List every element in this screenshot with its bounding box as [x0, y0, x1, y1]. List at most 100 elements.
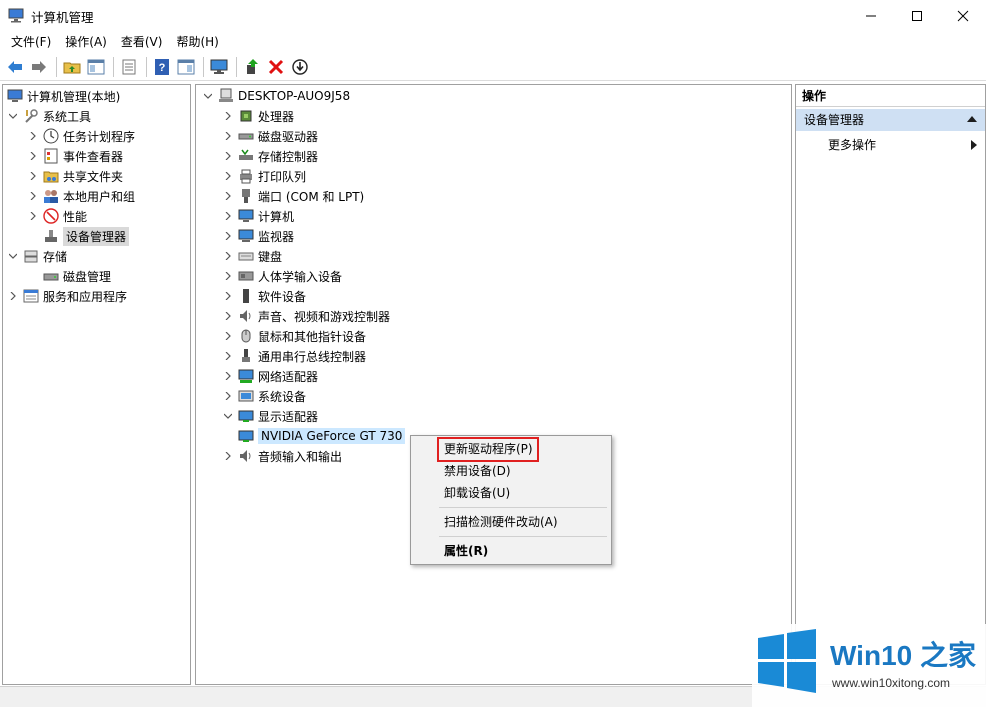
chevron-right-icon[interactable]: [222, 250, 234, 262]
tree-item-task-scheduler[interactable]: 任务计划程序: [27, 126, 135, 146]
device-category-row[interactable]: 处理器: [222, 106, 294, 126]
chevron-down-icon[interactable]: [7, 110, 19, 122]
tree-label: NVIDIA GeForce GT 730: [258, 428, 406, 444]
device-category-audio-io[interactable]: 音频输入和输出: [222, 446, 342, 466]
menu-help[interactable]: 帮助(H): [169, 31, 225, 53]
ctx-separator: [439, 536, 607, 537]
chevron-right-icon[interactable]: [222, 330, 234, 342]
tree-item-disk-management[interactable]: 磁盘管理: [43, 266, 111, 286]
tree-item-shared-folders[interactable]: 共享文件夹: [27, 166, 123, 186]
forward-button[interactable]: [28, 56, 50, 78]
show-hide-tree-button[interactable]: [85, 56, 107, 78]
tree-label: 通用串行总线控制器: [258, 349, 367, 364]
chevron-right-icon[interactable]: [222, 450, 234, 462]
chevron-right-icon[interactable]: [222, 170, 234, 182]
close-button[interactable]: [940, 0, 986, 31]
menu-view[interactable]: 查看(V): [114, 31, 170, 53]
chevron-right-icon[interactable]: [7, 290, 19, 302]
maximize-button[interactable]: [894, 0, 940, 31]
print-queue-icon: [238, 168, 254, 184]
console-tree-icon: [87, 59, 105, 74]
menu-action[interactable]: 操作(A): [58, 31, 114, 53]
device-category-row[interactable]: 键盘: [222, 246, 282, 266]
tree-item-computer-management[interactable]: 计算机管理(本地): [7, 86, 120, 106]
device-nvidia-gt730[interactable]: NVIDIA GeForce GT 730: [238, 426, 406, 446]
chevron-right-icon[interactable]: [222, 110, 234, 122]
tree-item-event-viewer[interactable]: 事件查看器: [27, 146, 123, 166]
tree-label: 鼠标和其他指针设备: [258, 329, 367, 344]
export-list-button[interactable]: [118, 56, 140, 78]
chevron-right-icon[interactable]: [222, 310, 234, 322]
update-driver-toolbar-button[interactable]: [241, 56, 263, 78]
chevron-right-icon[interactable]: [222, 290, 234, 302]
ctx-uninstall-device[interactable]: 卸载设备(U): [411, 482, 611, 504]
tree-item-system-tools[interactable]: 系统工具: [7, 106, 91, 126]
more-actions-item[interactable]: 更多操作: [796, 134, 985, 156]
update-driver-icon: [247, 58, 258, 74]
tree-label: 人体学输入设备: [258, 269, 343, 284]
more-actions-label: 更多操作: [828, 138, 877, 152]
collapse-up-icon[interactable]: [967, 116, 977, 122]
windows-logo-icon: [758, 629, 816, 693]
device-category-row[interactable]: 存储控制器: [222, 146, 318, 166]
device-category-row[interactable]: 网络适配器: [222, 366, 318, 386]
chevron-right-icon[interactable]: [222, 210, 234, 222]
system-device-icon: [238, 388, 254, 404]
device-category-row[interactable]: 系统设备: [222, 386, 306, 406]
tree-label: 磁盘管理: [63, 269, 112, 284]
ctx-disable-device[interactable]: 禁用设备(D): [411, 460, 611, 482]
chevron-right-icon[interactable]: [27, 130, 39, 142]
tree-item-storage[interactable]: 存储: [7, 246, 67, 266]
device-category-row[interactable]: 打印队列: [222, 166, 306, 186]
tree-label: 键盘: [258, 249, 283, 264]
actions-group-device-manager[interactable]: 设备管理器: [796, 109, 985, 131]
tree-item-local-users[interactable]: 本地用户和组: [27, 186, 135, 206]
tree-label: 显示适配器: [258, 409, 319, 424]
device-category-row[interactable]: 显示适配器: [222, 406, 318, 426]
tree-label: 系统工具: [43, 109, 92, 124]
usb-icon: [238, 348, 254, 364]
ctx-properties[interactable]: 属性(R): [411, 540, 611, 562]
menu-file[interactable]: 文件(F): [4, 31, 58, 53]
up-folder-button[interactable]: [61, 56, 83, 78]
tree-item-performance[interactable]: 性能: [27, 206, 87, 226]
device-category-row[interactable]: 端口 (COM 和 LPT): [222, 186, 364, 206]
chevron-right-icon[interactable]: [222, 390, 234, 402]
chevron-right-icon[interactable]: [27, 150, 39, 162]
device-category-row[interactable]: 软件设备: [222, 286, 306, 306]
device-category-row[interactable]: 通用串行总线控制器: [222, 346, 366, 366]
chevron-right-icon[interactable]: [222, 150, 234, 162]
minimize-button[interactable]: [848, 0, 894, 31]
device-category-row[interactable]: 声音、视频和游戏控制器: [222, 306, 390, 326]
chevron-down-icon[interactable]: [202, 90, 214, 102]
chevron-right-icon[interactable]: [222, 270, 234, 282]
device-tree-root[interactable]: DESKTOP-AUO9J58: [202, 86, 350, 106]
tree-item-services-apps[interactable]: 服务和应用程序: [7, 286, 127, 306]
chevron-right-icon[interactable]: [222, 130, 234, 142]
scan-hardware-toolbar-button[interactable]: [289, 56, 311, 78]
device-category-row[interactable]: 监视器: [222, 226, 294, 246]
storage-icon: [23, 248, 39, 264]
device-category-row[interactable]: 磁盘驱动器: [222, 126, 318, 146]
help-button[interactable]: ?: [151, 56, 173, 78]
show-hide-action-pane-button[interactable]: [175, 56, 197, 78]
tree-label: 系统设备: [258, 389, 307, 404]
chevron-down-icon[interactable]: [7, 250, 19, 262]
chevron-right-icon[interactable]: [222, 350, 234, 362]
chevron-right-icon[interactable]: [222, 190, 234, 202]
tree-item-device-manager[interactable]: 设备管理器: [43, 226, 130, 246]
chevron-right-icon[interactable]: [222, 370, 234, 382]
chevron-right-icon[interactable]: [222, 230, 234, 242]
device-category-row[interactable]: 计算机: [222, 206, 294, 226]
back-button[interactable]: [4, 56, 26, 78]
title-bar: 计算机管理: [0, 0, 986, 31]
device-category-row[interactable]: 人体学输入设备: [222, 266, 342, 286]
uninstall-toolbar-button[interactable]: [265, 56, 287, 78]
chevron-right-icon[interactable]: [27, 190, 39, 202]
chevron-right-icon[interactable]: [27, 210, 39, 222]
device-category-row[interactable]: 鼠标和其他指针设备: [222, 326, 366, 346]
ctx-scan-hardware[interactable]: 扫描检测硬件改动(A): [411, 511, 611, 533]
chevron-down-icon[interactable]: [222, 410, 234, 422]
computer-view-button[interactable]: [208, 56, 230, 78]
chevron-right-icon[interactable]: [27, 170, 39, 182]
